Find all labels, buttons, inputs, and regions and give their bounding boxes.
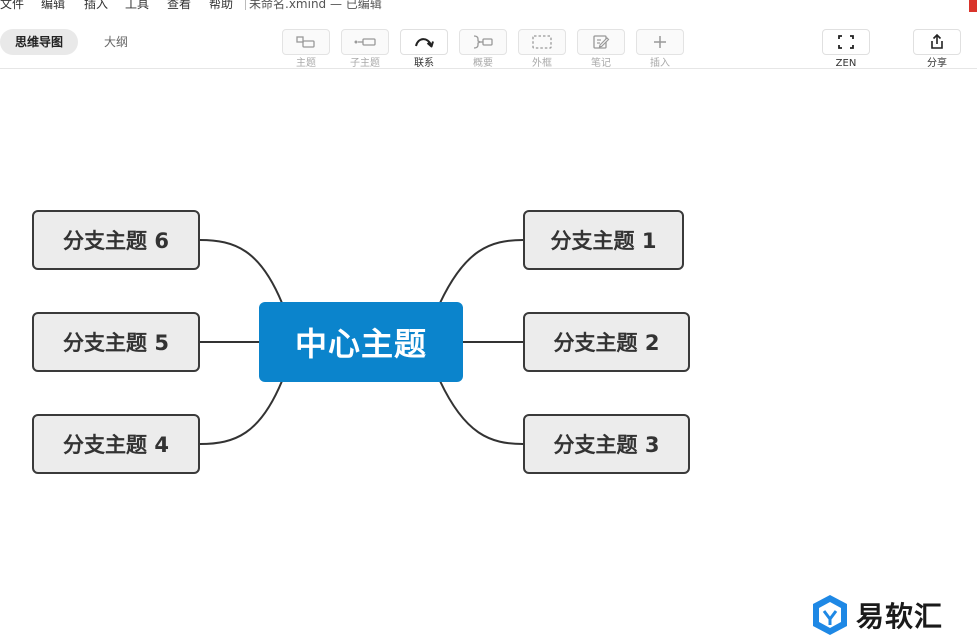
menu-file[interactable]: 文件	[0, 0, 24, 11]
menu-insert[interactable]: 插入	[84, 0, 108, 11]
zen-label: ZEN	[835, 58, 857, 69]
note-label: 笔记	[591, 58, 611, 69]
topic-label: 主题	[296, 58, 316, 69]
relationship-button[interactable]: 联系	[400, 29, 448, 70]
connector-branch-4	[199, 380, 283, 445]
branch-topic-6[interactable]: 分支主题 6	[32, 210, 200, 270]
boundary-icon	[532, 35, 552, 49]
menu-edit[interactable]: 编辑	[41, 0, 65, 11]
watermark-text: 易软汇	[856, 600, 944, 633]
menu-help[interactable]: 帮助	[209, 0, 233, 11]
share-icon	[931, 33, 943, 49]
branch-topic-2[interactable]: 分支主题 2	[523, 312, 690, 372]
topic-icon	[296, 36, 315, 48]
document-title: 未命名.xmind — 已编辑	[249, 0, 382, 11]
note-edit-icon	[593, 35, 610, 49]
share-label: 分享	[927, 58, 947, 69]
connector-branch-3	[439, 380, 524, 445]
mindmap-canvas[interactable]: 中心主题 分支主题 1 分支主题 2 分支主题 3 分支主题 4 分支主题 5 …	[0, 70, 977, 640]
insert-button[interactable]: 插入	[636, 29, 684, 70]
central-topic[interactable]: 中心主题	[259, 302, 463, 382]
branch-topic-5[interactable]: 分支主题 5	[32, 312, 200, 372]
watermark-logo-icon	[813, 595, 847, 635]
menu-tools[interactable]: 工具	[125, 0, 149, 11]
menu-bar: 文件 编辑 插入 工具 查看 帮助 未命名.xmind — 已编辑	[0, 0, 977, 12]
connector-branch-6	[199, 239, 283, 304]
relationship-label: 联系	[414, 58, 434, 69]
branch-topic-1[interactable]: 分支主题 1	[523, 210, 684, 270]
zen-button[interactable]: ZEN	[822, 29, 870, 70]
tab-outline[interactable]: 大纲	[89, 29, 143, 55]
plus-icon	[654, 36, 666, 48]
summary-button[interactable]: 概要	[459, 29, 507, 70]
menu-separator	[245, 0, 246, 10]
branch-topic-3[interactable]: 分支主题 3	[523, 414, 690, 474]
tab-mindmap[interactable]: 思维导图	[0, 29, 79, 55]
insert-label: 插入	[650, 58, 670, 69]
summary-brace-icon	[473, 35, 493, 49]
share-button[interactable]: 分享	[913, 29, 961, 70]
subtopic-button[interactable]: 子主题	[341, 29, 389, 70]
watermark: 易软汇	[810, 593, 943, 637]
summary-label: 概要	[473, 58, 493, 69]
topic-button[interactable]: 主题	[282, 29, 330, 70]
subtopic-label: 子主题	[350, 58, 380, 69]
relationship-arrow-icon	[415, 38, 434, 48]
boundary-button[interactable]: 外框	[518, 29, 566, 70]
toolbar: 思维导图 大纲 主题 子主题 联系 概要 外框 笔记 插入 ZEN 分享	[0, 12, 977, 69]
subtopic-icon	[354, 38, 376, 46]
note-button[interactable]: 笔记	[577, 29, 625, 70]
menu-view[interactable]: 查看	[167, 0, 191, 11]
connector-branch-1	[439, 239, 524, 304]
boundary-label: 外框	[532, 58, 552, 69]
branch-topic-4[interactable]: 分支主题 4	[32, 414, 200, 474]
fullscreen-icon	[838, 35, 854, 49]
